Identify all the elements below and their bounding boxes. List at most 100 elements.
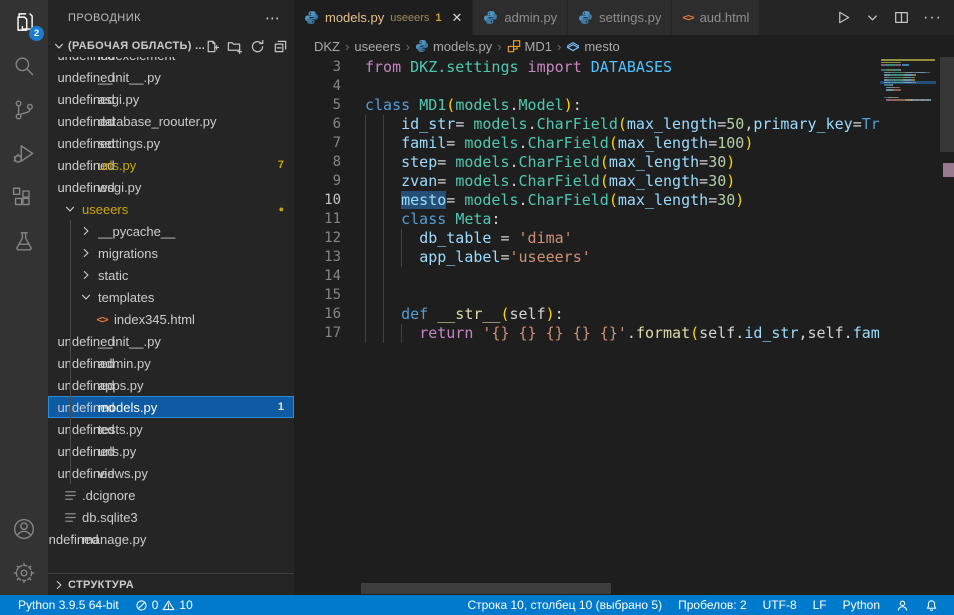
code-text: class MD1(models.Model):	[365, 96, 582, 115]
tree-item-templates[interactable]: templates	[48, 286, 294, 308]
activity-item-search[interactable]	[0, 44, 48, 88]
code-line-16[interactable]: 16 def __str__(self):	[294, 305, 880, 324]
tree-item-views-py[interactable]: undefinedviews.py	[48, 462, 294, 484]
status-python-interpreter[interactable]: Python 3.9.5 64-bit	[10, 595, 127, 615]
line-number: 6	[294, 115, 341, 134]
tree-item-useeers[interactable]: useeers●	[48, 198, 294, 220]
code-line-4[interactable]: 4	[294, 77, 880, 96]
activity-item-testing[interactable]	[0, 220, 48, 264]
breadcrumb-item-models-py[interactable]: models.py	[415, 39, 492, 54]
tree-item-apps-py[interactable]: undefinedapps.py	[48, 374, 294, 396]
tree-item-indexelement[interactable]: undefinedindexelement	[48, 57, 294, 66]
status-eol-sequence[interactable]: LF	[805, 595, 835, 615]
code-line-15[interactable]: 15	[294, 286, 880, 305]
code-line-14[interactable]: 14	[294, 267, 880, 286]
refresh-icon[interactable]	[250, 39, 265, 54]
status-problems[interactable]: 010	[127, 595, 201, 615]
tree-item-models-py[interactable]: undefinedmodels.py1	[48, 396, 294, 418]
tree-item-urls-py[interactable]: undefinedurls.py	[48, 440, 294, 462]
breadcrumb-item-dkz[interactable]: DKZ	[314, 39, 340, 54]
tree-item-migrations[interactable]: migrations	[48, 242, 294, 264]
code-line-10[interactable]: 10 mesto= models.CharField(max_length=30…	[294, 191, 880, 210]
status-encoding[interactable]: UTF-8	[755, 595, 805, 615]
code-line-17[interactable]: 17 return '{} {} {} {} {}'.format(self.i…	[294, 324, 880, 343]
tree-item-pycache[interactable]: __pycache__	[48, 220, 294, 242]
tab-settings-py[interactable]: settings.py	[568, 0, 671, 35]
new-file-icon[interactable]	[204, 39, 219, 54]
tree-item-db-sqlite3[interactable]: db.sqlite3	[48, 506, 294, 528]
breadcrumb-item-useeers[interactable]: useeers	[354, 39, 400, 54]
minimap[interactable]	[880, 57, 936, 595]
code-token: 30	[708, 153, 726, 171]
tree-item-init-py[interactable]: undefined__init__.py	[48, 66, 294, 88]
code-token: zvan	[401, 172, 437, 190]
code-line-6[interactable]: 6 id_str= models.CharField(max_length=50…	[294, 115, 880, 134]
tree-item-static[interactable]: static	[48, 264, 294, 286]
tree-indent-guide	[70, 220, 71, 484]
workspace-section-header[interactable]: (РАБОЧАЯ ОБЛАСТЬ) ...	[48, 35, 294, 57]
tree-item-label: manage.py	[82, 532, 284, 547]
status-indentation[interactable]: Пробелов: 2	[670, 595, 755, 615]
run-icon[interactable]	[836, 10, 851, 25]
tree-item-label: .dcignore	[82, 488, 284, 503]
breadcrumb-item-md1[interactable]: MD1	[507, 39, 552, 54]
tree-item-dcignore[interactable]: .dcignore	[48, 484, 294, 506]
tree-item-asgi-py[interactable]: undefinedasgi.py	[48, 88, 294, 110]
code-line-8[interactable]: 8 step= models.CharField(max_length=30)	[294, 153, 880, 172]
code-token: format	[636, 324, 690, 342]
code-line-12[interactable]: 12 db_table = 'dima'	[294, 229, 880, 248]
scrollbar-thumb[interactable]	[940, 57, 954, 152]
tab-models-py[interactable]: models.pyuseeers1✕	[294, 0, 472, 35]
tree-item-label: apps.py	[98, 378, 284, 393]
activity-item-extensions[interactable]	[0, 176, 48, 220]
tree-item-manage-py[interactable]: undefinedmanage.py	[48, 528, 294, 550]
status-bell[interactable]	[917, 595, 946, 615]
code-line-13[interactable]: 13 app_label='useeers'	[294, 248, 880, 267]
tree-item-index345-html[interactable]: <>index345.html	[48, 308, 294, 330]
code-line-5[interactable]: 5class MD1(models.Model):	[294, 96, 880, 115]
tree-item-admin-py[interactable]: undefinedadmin.py	[48, 352, 294, 374]
status-language-mode[interactable]: Python	[835, 595, 888, 615]
tab-aud-html[interactable]: <>aud.html	[672, 0, 759, 35]
collapse-all-icon[interactable]	[273, 39, 288, 54]
more-actions-icon[interactable]: ⋯	[265, 9, 280, 27]
code-token: )	[744, 134, 753, 152]
status-feedback[interactable]	[888, 595, 917, 615]
activity-item-settings-gear[interactable]	[0, 551, 48, 595]
vertical-scrollbar[interactable]	[940, 57, 954, 595]
symbol-class-icon	[507, 39, 521, 53]
tree-item-settings-py[interactable]: undefinedsettings.py	[48, 132, 294, 154]
activity-item-run-debug[interactable]	[0, 132, 48, 176]
tree-item-tests-py[interactable]: undefinedtests.py	[48, 418, 294, 440]
code-line-3[interactable]: 3from DKZ.settings import DATABASES	[294, 58, 880, 77]
code-line-7[interactable]: 7 famil= models.CharField(max_length=100…	[294, 134, 880, 153]
status-cursor-position[interactable]: Строка 10, столбец 10 (выбрано 5)	[459, 595, 670, 615]
tree-item-urls-py[interactable]: undefinedurls.py7	[48, 154, 294, 176]
tree-item-wsgi-py[interactable]: undefinedwsgi.py	[48, 176, 294, 198]
run-dropdown-icon[interactable]	[865, 10, 880, 25]
code-token	[365, 210, 401, 228]
breadcrumb-item-mesto[interactable]: mesto	[566, 39, 619, 54]
activity-item-account[interactable]	[0, 507, 48, 551]
activity-item-source-control[interactable]	[0, 88, 48, 132]
code-token: (	[690, 324, 699, 342]
breadcrumb-label: useeers	[354, 39, 400, 54]
more-actions-icon[interactable]: ···	[923, 9, 942, 27]
activity-item-explorer[interactable]: 2	[0, 0, 48, 44]
code-token: def	[401, 305, 437, 323]
py-file-icon: undefined	[78, 333, 94, 349]
code-line-11[interactable]: 11 class Meta:	[294, 210, 880, 229]
py-file-icon: undefined	[78, 135, 94, 151]
tab-admin-py[interactable]: admin.py	[473, 0, 567, 35]
outline-section-header[interactable]: СТРУКТУРА	[48, 573, 294, 595]
tree-item-init-py[interactable]: undefined__init__.py	[48, 330, 294, 352]
code-editor[interactable]: 3from DKZ.settings import DATABASES45cla…	[294, 57, 954, 595]
tree-item-database-roouter-py[interactable]: undefineddatabase_roouter.py	[48, 110, 294, 132]
close-icon[interactable]: ✕	[452, 10, 463, 26]
code-line-9[interactable]: 9 zvan= models.CharField(max_length=30)	[294, 172, 880, 191]
horizontal-scrollbar[interactable]	[361, 583, 611, 594]
chevron-right-icon	[78, 223, 94, 239]
new-folder-icon[interactable]	[227, 39, 242, 54]
split-editor-icon[interactable]	[894, 10, 909, 25]
line-number: 9	[294, 172, 341, 191]
